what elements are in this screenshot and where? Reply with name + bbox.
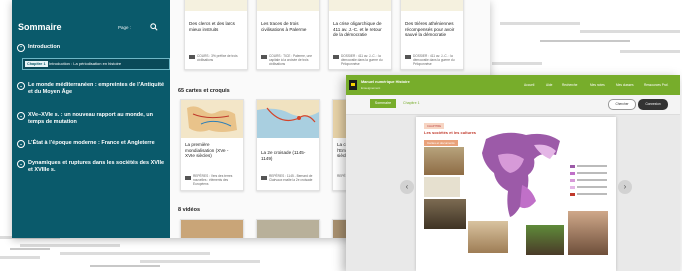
- video-card[interactable]: [180, 219, 244, 238]
- nav-notes[interactable]: Mes notes: [590, 83, 605, 87]
- map-thumbnail: [257, 100, 319, 138]
- card-source: DOSSIER : 411 av. J.-C. : la démocratie …: [341, 54, 383, 66]
- video-thumbnail: [181, 220, 243, 238]
- resource-card[interactable]: Des trières athéniennes récompensés pour…: [400, 0, 464, 70]
- photo-3[interactable]: [424, 199, 466, 229]
- card-title: La première mondialisation (XVe - XVIe s…: [185, 142, 229, 159]
- sidebar-item-label: Introduction: [28, 44, 61, 50]
- map-legend: [568, 163, 608, 203]
- doc-icon: [185, 176, 191, 180]
- photo-4[interactable]: [468, 221, 508, 253]
- photo-1[interactable]: [424, 147, 464, 175]
- card-source: DOSSIER : 411 av. J.-C. : la démocratie …: [413, 54, 455, 66]
- card-title: La crise oligarchique de 411 av. J.-C. e…: [333, 21, 382, 38]
- nav-help[interactable]: Aide: [546, 83, 552, 87]
- card-thumbnail: [329, 0, 391, 11]
- nav-home[interactable]: Accueil: [524, 83, 534, 87]
- textbook-page: CHAPITRE Les sociétés et les cultures Ca…: [416, 117, 616, 271]
- card-title: Les traces de trois civilisations à Pale…: [261, 21, 307, 32]
- front-window: Manuel numérique Histoire Enseignement A…: [346, 75, 680, 271]
- video-thumbnail: [257, 220, 319, 238]
- login-button[interactable]: Connexion: [638, 99, 668, 110]
- nav-search[interactable]: Recherche: [562, 83, 577, 87]
- card-thumbnail: [257, 0, 319, 11]
- sidebar-item-label: Le monde méditerranéen : empreintes de l…: [28, 82, 164, 95]
- expand-icon[interactable]: ⌄: [17, 112, 25, 120]
- expand-icon[interactable]: ⌄: [17, 160, 25, 168]
- photo-5[interactable]: [526, 225, 564, 255]
- doc-icon: [333, 55, 339, 59]
- section-title-maps: 65 cartes et croquis: [178, 88, 230, 94]
- top-bar: Manuel numérique Histoire Enseignement A…: [346, 75, 680, 95]
- photo-6[interactable]: [568, 211, 608, 255]
- nav-classes[interactable]: Mes classes: [616, 83, 634, 87]
- chevron-left-icon[interactable]: ‹: [400, 180, 414, 194]
- doc-icon: [189, 55, 195, 59]
- chapter-label: Introduction : La périodisation en histo…: [49, 61, 122, 66]
- card-source: REPÈRES : Vers des terres nouvelles : él…: [193, 174, 233, 186]
- sommaire-button[interactable]: Sommaire: [370, 99, 396, 108]
- sidebar-item-label: XVe–XVIe s. : un nouveau rapport au mond…: [28, 112, 153, 125]
- app-title: Manuel numérique Histoire: [361, 80, 410, 84]
- sidebar-item-label: L’État à l’époque moderne : France et An…: [28, 140, 155, 146]
- publisher-logo: [349, 80, 357, 90]
- expand-icon[interactable]: ⌄: [17, 82, 25, 90]
- chevron-right-icon[interactable]: ›: [618, 180, 632, 194]
- toolbar: Sommaire Chapitre 1 Chercher Connexion: [346, 95, 680, 115]
- card-thumbnail: [401, 0, 463, 11]
- card-title: La 2e croisade (1145-1149): [261, 150, 306, 161]
- map-card[interactable]: La première mondialisation (XVe - XVIe s…: [180, 99, 244, 191]
- doc-icon: [261, 55, 267, 59]
- page-chip: CHAPITRE: [424, 123, 445, 129]
- world-map: [482, 132, 560, 217]
- card-title: Des trières athéniennes récompensés pour…: [405, 21, 455, 38]
- photo-2[interactable]: [424, 177, 460, 197]
- search-button[interactable]: Chercher: [608, 99, 636, 110]
- resource-card[interactable]: La crise oligarchique de 411 av. J.-C. e…: [328, 0, 392, 70]
- collapse-icon[interactable]: ⌃: [17, 44, 25, 52]
- sidebar-chapter-1[interactable]: Chapitre 1 Introduction : La périodisati…: [22, 58, 170, 70]
- page-section-label: Cartes et documents: [424, 140, 458, 146]
- map-card[interactable]: La 2e croisade (1145-1149) REPÈRES : 114…: [256, 99, 320, 191]
- section-title-videos: 8 vidéos: [178, 207, 201, 213]
- page-viewer: ‹ › CHAPITRE Les sociétés et les culture…: [346, 115, 680, 271]
- chapter-select[interactable]: Chapitre 1: [403, 101, 420, 105]
- expand-icon[interactable]: ⌄: [17, 140, 25, 148]
- app-subtitle: Enseignement: [361, 86, 381, 90]
- nav-teacher-resources[interactable]: Ressources Prof.: [644, 83, 668, 87]
- card-thumbnail: [185, 0, 247, 11]
- page-title: Les sociétés et les cultures: [424, 130, 477, 135]
- map-thumbnail: [181, 100, 243, 138]
- sidebar-title: Sommaire: [18, 22, 62, 32]
- card-source: COURS : TICE : Palerme, une capitale à l…: [269, 54, 312, 66]
- search-icon[interactable]: [150, 23, 158, 33]
- chapter-chip: Chapitre 1: [25, 61, 48, 67]
- sommaire-sidebar: Sommaire Page : ⌃ Introduction Chapitre …: [12, 0, 170, 238]
- card-source: REPÈRES : 1145 - Bernard de Clairvaux ex…: [269, 174, 313, 182]
- doc-icon: [405, 55, 411, 59]
- page-label[interactable]: Page :: [118, 25, 131, 30]
- resource-card[interactable]: Des clercs et des laïcs mieux instruits …: [184, 0, 248, 70]
- video-card[interactable]: [256, 219, 320, 238]
- doc-icon: [261, 176, 267, 180]
- card-title: Des clercs et des laïcs mieux instruits: [189, 21, 235, 32]
- resource-card[interactable]: Les traces de trois civilisations à Pale…: [256, 0, 320, 70]
- sidebar-item-label: Dynamiques et ruptures dans les sociétés…: [28, 160, 165, 173]
- card-source: COURS : 3% préfixe de trois civilisation…: [197, 54, 238, 62]
